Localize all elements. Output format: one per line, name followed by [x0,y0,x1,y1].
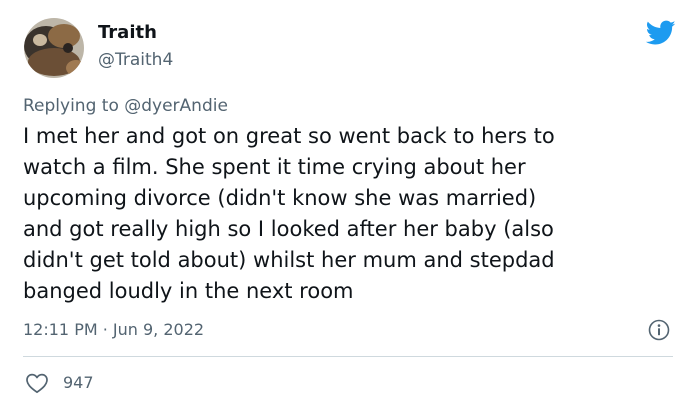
heart-icon[interactable] [25,372,49,394]
user-handle[interactable]: @Traith4 [98,49,173,71]
display-name[interactable]: Traith [98,21,157,45]
tweet-text-line: upcoming divorce (didn't know she was ma… [23,186,537,210]
info-icon[interactable] [648,319,670,341]
tweet-text: I met her and got on great so went back … [23,121,688,307]
tweet-text-line: didn't get told about) whilst her mum an… [23,248,555,272]
reply-mention-link[interactable]: @dyerAndie [124,96,228,116]
divider [23,356,673,357]
reply-prefix: Replying to [23,96,125,116]
like-count[interactable]: 947 [63,372,94,394]
reply-context: Replying to @dyerAndie [23,95,228,117]
tweet-text-line: banged loudly in the next room [23,279,354,303]
tweet-text-line: and got really high so I looked after he… [23,217,554,241]
twitter-bird-icon[interactable] [645,20,676,46]
tweet-text-line: watch a film. She spent it time crying a… [23,155,526,179]
avatar[interactable] [24,18,84,78]
tweet-text-line: I met her and got on great so went back … [23,124,555,148]
tweet-timestamp[interactable]: 12:11 PM · Jun 9, 2022 [23,319,204,341]
